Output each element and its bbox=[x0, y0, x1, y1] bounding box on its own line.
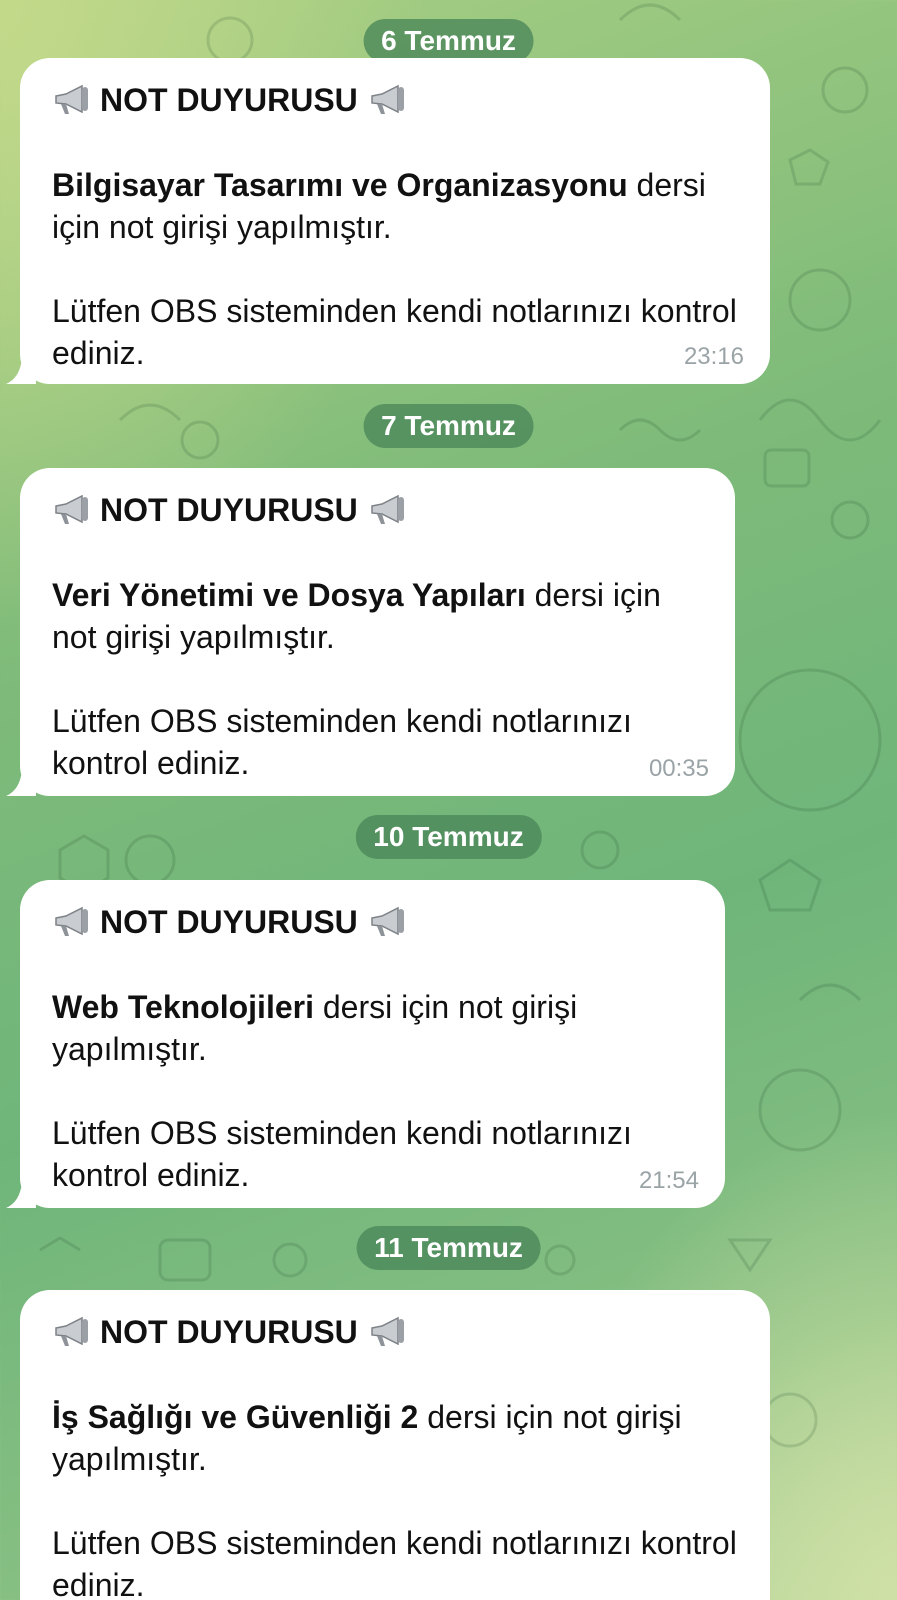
course-name: Web Teknolojileri bbox=[52, 989, 314, 1025]
course-line: Veri Yönetimi ve Dosya Yapıları dersi iç… bbox=[52, 574, 703, 658]
message-body: Lütfen OBS sisteminden kendi notlarınızı… bbox=[52, 703, 632, 781]
message-bubble[interactable]: NOT DUYURUSU Web Teknolojileri dersi içi… bbox=[6, 880, 725, 1208]
announcement-title-row: NOT DUYURUSU bbox=[52, 78, 738, 122]
message-body: Lütfen OBS sisteminden kendi notlarınızı… bbox=[52, 293, 737, 371]
message-timestamp: 23:16 bbox=[683, 343, 744, 370]
megaphone-icon bbox=[371, 84, 404, 114]
date-separator: 6 Temmuz bbox=[363, 19, 534, 63]
megaphone-icon bbox=[55, 906, 88, 936]
announcement-title-row: NOT DUYURUSU bbox=[52, 900, 693, 944]
message-body: Lütfen OBS sisteminden kendi notlarınızı… bbox=[52, 1525, 737, 1600]
message-body: Lütfen OBS sisteminden kendi notlarınızı… bbox=[52, 1115, 632, 1193]
bubble-tail bbox=[6, 770, 36, 796]
megaphone-icon bbox=[55, 84, 88, 114]
course-name: İş Sağlığı ve Güvenliği 2 bbox=[52, 1399, 419, 1435]
message-timestamp: 21:54 bbox=[638, 1167, 699, 1194]
chat-message-list[interactable]: 6 Temmuz NOT DUYURUSU Bilgisayar Tasarım… bbox=[0, 0, 897, 1600]
message-bubble[interactable]: NOT DUYURUSU Bilgisayar Tasarımı ve Orga… bbox=[6, 58, 770, 384]
message-timestamp: 00:35 bbox=[648, 755, 709, 782]
message-bubble[interactable]: NOT DUYURUSU İş Sağlığı ve Güvenliği 2 d… bbox=[20, 1290, 770, 1600]
announcement-title: NOT DUYURUSU bbox=[100, 492, 358, 528]
announcement-title: NOT DUYURUSU bbox=[100, 904, 358, 940]
announcement-title: NOT DUYURUSU bbox=[100, 1314, 358, 1350]
megaphone-icon bbox=[371, 906, 404, 936]
megaphone-icon bbox=[55, 494, 88, 524]
course-line: Bilgisayar Tasarımı ve Organizasyonu der… bbox=[52, 164, 738, 248]
date-separator: 7 Temmuz bbox=[363, 404, 534, 448]
date-separator: 10 Temmuz bbox=[355, 815, 542, 859]
course-name: Veri Yönetimi ve Dosya Yapıları bbox=[52, 577, 526, 613]
bubble-tail bbox=[6, 358, 36, 384]
message-bubble[interactable]: NOT DUYURUSU Veri Yönetimi ve Dosya Yapı… bbox=[6, 468, 735, 796]
announcement-title: NOT DUYURUSU bbox=[100, 82, 358, 118]
course-name: Bilgisayar Tasarımı ve Organizasyonu bbox=[52, 167, 628, 203]
date-separator: 11 Temmuz bbox=[356, 1226, 541, 1270]
megaphone-icon bbox=[55, 1316, 88, 1346]
announcement-title-row: NOT DUYURUSU bbox=[52, 488, 703, 532]
megaphone-icon bbox=[371, 1316, 404, 1346]
announcement-title-row: NOT DUYURUSU bbox=[52, 1310, 738, 1354]
course-line: Web Teknolojileri dersi için not girişi … bbox=[52, 986, 693, 1070]
bubble-tail bbox=[6, 1182, 36, 1208]
megaphone-icon bbox=[371, 494, 404, 524]
course-line: İş Sağlığı ve Güvenliği 2 dersi için not… bbox=[52, 1396, 738, 1480]
